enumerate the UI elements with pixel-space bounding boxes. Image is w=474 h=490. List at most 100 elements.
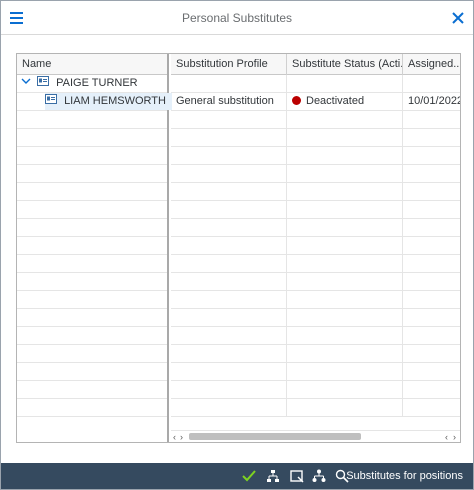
person-card-icon: [37, 75, 50, 92]
tree-row-empty: [17, 381, 167, 399]
scroll-thumb[interactable]: [189, 433, 361, 440]
table-row-empty: [171, 165, 460, 183]
table-row-empty: [171, 111, 460, 129]
cell-empty: [287, 237, 403, 254]
cell-empty: [287, 327, 403, 344]
cell-empty: [287, 165, 403, 182]
table-row-empty: [171, 399, 460, 417]
cell-empty: [287, 111, 403, 128]
cell-empty: [171, 237, 287, 254]
cell-empty: [171, 327, 287, 344]
table-row-empty: [171, 309, 460, 327]
column-header-name[interactable]: Name: [17, 54, 169, 75]
column-header-substitution-profile[interactable]: Substitution Profile: [171, 54, 287, 75]
scroll-left-arrow-end[interactable]: ‹: [445, 431, 448, 442]
tree-row[interactable]: PAIGE TURNER: [17, 75, 167, 93]
cell-empty: [171, 219, 287, 236]
tree-row-empty: [17, 129, 167, 147]
table-row-empty: [171, 237, 460, 255]
cell-empty: [287, 345, 403, 362]
table-row-empty: [171, 291, 460, 309]
tree-pane: Name PAIGE TURNER LIAM HEMSWORTH: [17, 54, 172, 442]
cell-empty: [403, 327, 460, 344]
cell-empty: [171, 273, 287, 290]
substitutes-grid: Name PAIGE TURNER LIAM HEMSWORTH Substit…: [16, 53, 461, 443]
tree-row-empty: [17, 399, 167, 417]
hierarchy-icon[interactable]: [265, 468, 281, 484]
title-bar: Personal Substitutes: [1, 1, 473, 35]
table-row-empty: [171, 363, 460, 381]
cell-assigned: 10/01/2022: [408, 95, 461, 107]
cell-empty: [171, 201, 287, 218]
table-row-empty: [171, 255, 460, 273]
cell-empty: [403, 147, 460, 164]
cell-empty: [287, 201, 403, 218]
tree-row-empty: [17, 147, 167, 165]
cell-empty: [171, 147, 287, 164]
person-card-icon: [45, 93, 57, 110]
cell-empty: [171, 165, 287, 182]
tree-row[interactable]: LIAM HEMSWORTH: [17, 93, 172, 111]
table-row-empty: [171, 381, 460, 399]
cell-empty: [171, 363, 287, 380]
cell-empty: [403, 165, 460, 182]
cell-empty: [171, 183, 287, 200]
tree-node-paige-turner[interactable]: PAIGE TURNER: [21, 75, 138, 92]
cell-empty: [403, 129, 460, 146]
scroll-left-arrow[interactable]: ‹: [173, 431, 176, 442]
personal-substitutes-dialog: Personal Substitutes Name PAIGE TURNER L…: [0, 0, 474, 490]
cell-empty: [403, 219, 460, 236]
cell-empty: [171, 399, 287, 416]
horizontal-scrollbar[interactable]: ‹ › ‹ ›: [171, 430, 460, 442]
data-pane: Substitution Profile Substitute Status (…: [171, 54, 461, 442]
tree-row-empty: [17, 273, 167, 291]
table-row[interactable]: General substitution Deactivated 10/01/2…: [171, 93, 461, 111]
scroll-right-arrow-end[interactable]: ›: [453, 431, 456, 442]
chevron-down-icon[interactable]: [21, 75, 31, 92]
table-row-empty: [171, 219, 460, 237]
dialog-title: Personal Substitutes: [181, 11, 293, 25]
table-row-empty: [171, 273, 460, 291]
tree-rows: PAIGE TURNER LIAM HEMSWORTH: [17, 75, 172, 417]
table-row-empty: [171, 183, 460, 201]
org-structure-icon[interactable]: [311, 468, 327, 484]
scroll-right-arrow[interactable]: ›: [180, 431, 183, 442]
substitute-icon[interactable]: [289, 468, 305, 484]
tree-node-liam-hemsworth[interactable]: LIAM HEMSWORTH: [45, 93, 172, 110]
footer-toolbar: Substitutes for positions: [1, 463, 473, 489]
status-text: Deactivated: [306, 95, 365, 107]
column-header-assigned[interactable]: Assigned...: [403, 54, 460, 75]
cell-empty: [287, 255, 403, 272]
tree-node-label: LIAM HEMSWORTH: [64, 95, 166, 107]
cell-empty: [171, 255, 287, 272]
cell-empty: [403, 309, 460, 326]
table-row[interactable]: [171, 75, 460, 93]
cell-empty: [403, 201, 460, 218]
table-row-empty: [171, 201, 460, 219]
table-row-empty: [171, 129, 460, 147]
tree-row-empty: [17, 111, 167, 129]
cell-empty: [287, 363, 403, 380]
cell-empty: [403, 183, 460, 200]
table-header: Substitution Profile Substitute Status (…: [171, 54, 460, 75]
cell-empty: [171, 309, 287, 326]
cell-empty: [171, 291, 287, 308]
cell-empty: [403, 399, 460, 416]
cell-empty: [403, 381, 460, 398]
cell-assigned: [403, 75, 460, 92]
cell-empty: [403, 273, 460, 290]
column-header-substitute-status[interactable]: Substitute Status (Acti...: [287, 54, 403, 75]
substitutes-for-positions-button[interactable]: Substitutes for positions: [346, 470, 463, 482]
cell-profile: General substitution: [171, 93, 287, 110]
cell-empty: [287, 273, 403, 290]
tree-row-empty: [17, 345, 167, 363]
cell-empty: [403, 111, 460, 128]
cell-empty: [287, 183, 403, 200]
confirm-check-icon[interactable]: [241, 468, 257, 484]
cell-empty: [287, 309, 403, 326]
cell-empty: [403, 291, 460, 308]
status-deactivated-icon: [292, 95, 301, 105]
tree-row-empty: [17, 291, 167, 309]
close-icon[interactable]: [449, 9, 467, 27]
cell-status: Deactivated: [287, 93, 403, 110]
